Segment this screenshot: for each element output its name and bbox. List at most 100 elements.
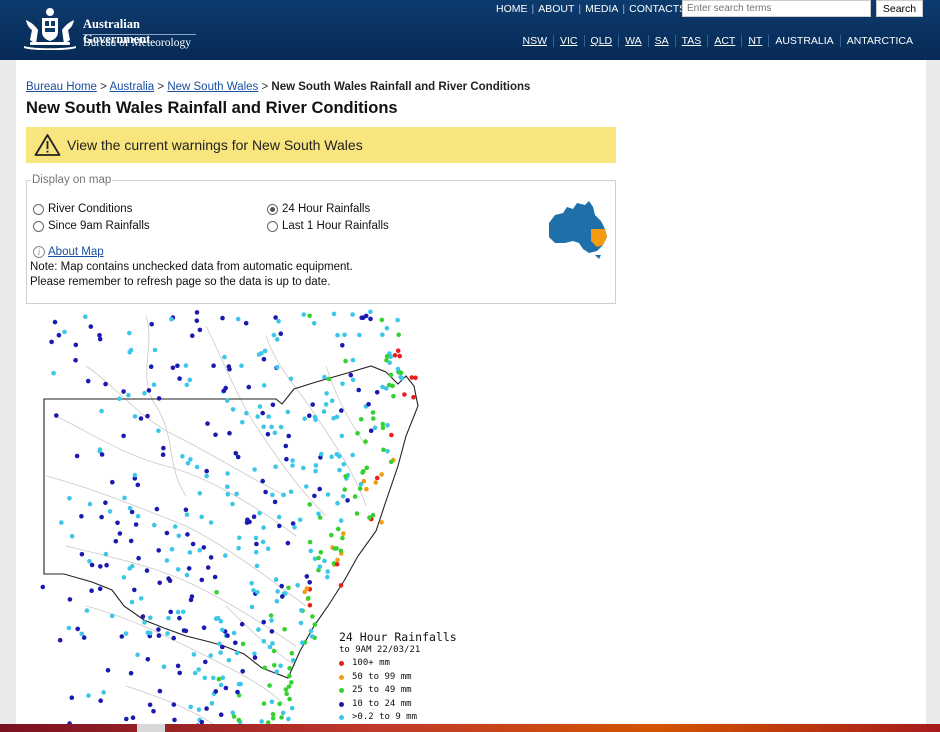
station-dot[interactable] [225, 484, 230, 489]
station-dot[interactable] [107, 509, 113, 514]
station-dot[interactable] [212, 574, 218, 580]
station-dot[interactable] [156, 428, 161, 433]
station-dot[interactable] [368, 316, 373, 322]
station-dot[interactable] [269, 424, 274, 430]
station-dot[interactable] [239, 363, 244, 368]
station-dot[interactable] [79, 514, 84, 519]
station-dot[interactable] [222, 354, 227, 360]
station-dot[interactable] [231, 714, 237, 719]
station-dot[interactable] [307, 502, 313, 507]
station-dot[interactable] [290, 658, 296, 663]
station-dot[interactable] [160, 452, 166, 457]
station-dot[interactable] [286, 585, 291, 591]
station-dot[interactable] [292, 524, 297, 530]
station-dot[interactable] [268, 613, 274, 618]
station-dot[interactable] [209, 701, 215, 706]
station-dot[interactable] [334, 562, 340, 567]
station-dot[interactable] [253, 535, 259, 541]
station-dot[interactable] [306, 595, 311, 601]
station-dot[interactable] [83, 314, 88, 320]
station-dot[interactable] [98, 564, 103, 569]
station-dot[interactable] [269, 618, 274, 623]
station-dot[interactable] [237, 535, 242, 541]
station-dot[interactable] [367, 515, 372, 520]
station-dot[interactable] [289, 680, 294, 685]
station-dot[interactable] [156, 548, 161, 553]
station-dot[interactable] [73, 358, 78, 363]
station-dot[interactable] [67, 597, 73, 602]
nav-home[interactable]: HOME [492, 3, 532, 15]
station-dot[interactable] [261, 639, 267, 644]
station-dot[interactable] [123, 631, 129, 636]
station-dot[interactable] [148, 364, 154, 369]
about-map-link[interactable]: About Map [48, 246, 104, 258]
station-dot[interactable] [388, 459, 394, 465]
station-dot[interactable] [251, 588, 256, 593]
station-dot[interactable] [338, 583, 344, 588]
station-dot[interactable] [323, 402, 329, 407]
station-dot[interactable] [192, 670, 198, 676]
station-dot[interactable] [168, 609, 173, 615]
station-dot[interactable] [380, 332, 385, 337]
state-link-antarctica[interactable]: ANTARCTICA [841, 35, 913, 47]
station-dot[interactable] [144, 568, 150, 573]
station-dot[interactable] [103, 381, 108, 387]
station-dot[interactable] [128, 538, 134, 544]
station-dot[interactable] [199, 514, 204, 520]
station-dot[interactable] [197, 548, 202, 553]
station-dot[interactable] [278, 663, 283, 669]
station-dot[interactable] [172, 524, 178, 529]
station-dot[interactable] [148, 615, 153, 621]
station-dot[interactable] [288, 376, 294, 381]
station-dot[interactable] [121, 389, 126, 394]
station-dot[interactable] [342, 332, 347, 338]
station-dot[interactable] [194, 310, 200, 315]
station-dot[interactable] [73, 342, 79, 348]
station-dot[interactable] [260, 478, 265, 484]
station-dot[interactable] [132, 472, 138, 478]
station-dot[interactable] [360, 470, 365, 475]
station-dot[interactable] [74, 453, 80, 459]
station-dot[interactable] [298, 620, 304, 626]
station-dot[interactable] [379, 472, 385, 477]
station-dot[interactable] [316, 555, 321, 561]
station-dot[interactable] [273, 577, 279, 582]
station-dot[interactable] [225, 471, 230, 476]
station-dot[interactable] [373, 480, 379, 485]
station-dot[interactable] [177, 670, 182, 676]
station-dot[interactable] [85, 378, 91, 384]
station-dot[interactable] [213, 432, 218, 438]
station-dot[interactable] [392, 353, 398, 358]
station-dot[interactable] [284, 691, 290, 697]
station-dot[interactable] [363, 313, 369, 319]
station-dot[interactable] [104, 562, 109, 568]
station-dot[interactable] [128, 670, 134, 676]
station-dot[interactable] [226, 657, 232, 663]
station-dot[interactable] [113, 539, 119, 544]
option-river-conditions[interactable]: River Conditions [33, 203, 132, 215]
station-dot[interactable] [169, 547, 175, 552]
station-dot[interactable] [243, 320, 249, 326]
station-dot[interactable] [249, 604, 255, 610]
station-dot[interactable] [302, 416, 308, 421]
station-dot[interactable] [186, 566, 192, 571]
station-dot[interactable] [350, 452, 356, 458]
station-dot[interactable] [374, 475, 380, 481]
station-dot[interactable] [339, 408, 344, 413]
station-dot[interactable] [205, 421, 210, 426]
state-link-sa[interactable]: SA [649, 35, 676, 47]
station-dot[interactable] [185, 461, 191, 466]
station-dot[interactable] [184, 572, 190, 578]
station-dot[interactable] [97, 336, 103, 342]
station-dot[interactable] [325, 569, 331, 574]
station-dot[interactable] [156, 627, 161, 632]
station-dot[interactable] [87, 558, 92, 564]
station-dot[interactable] [99, 452, 105, 457]
station-dot[interactable] [166, 576, 171, 581]
station-dot[interactable] [233, 640, 238, 646]
station-dot[interactable] [59, 520, 64, 525]
station-dot[interactable] [101, 690, 106, 695]
station-dot[interactable] [301, 312, 307, 317]
station-dot[interactable] [208, 555, 214, 560]
station-dot[interactable] [261, 701, 267, 706]
